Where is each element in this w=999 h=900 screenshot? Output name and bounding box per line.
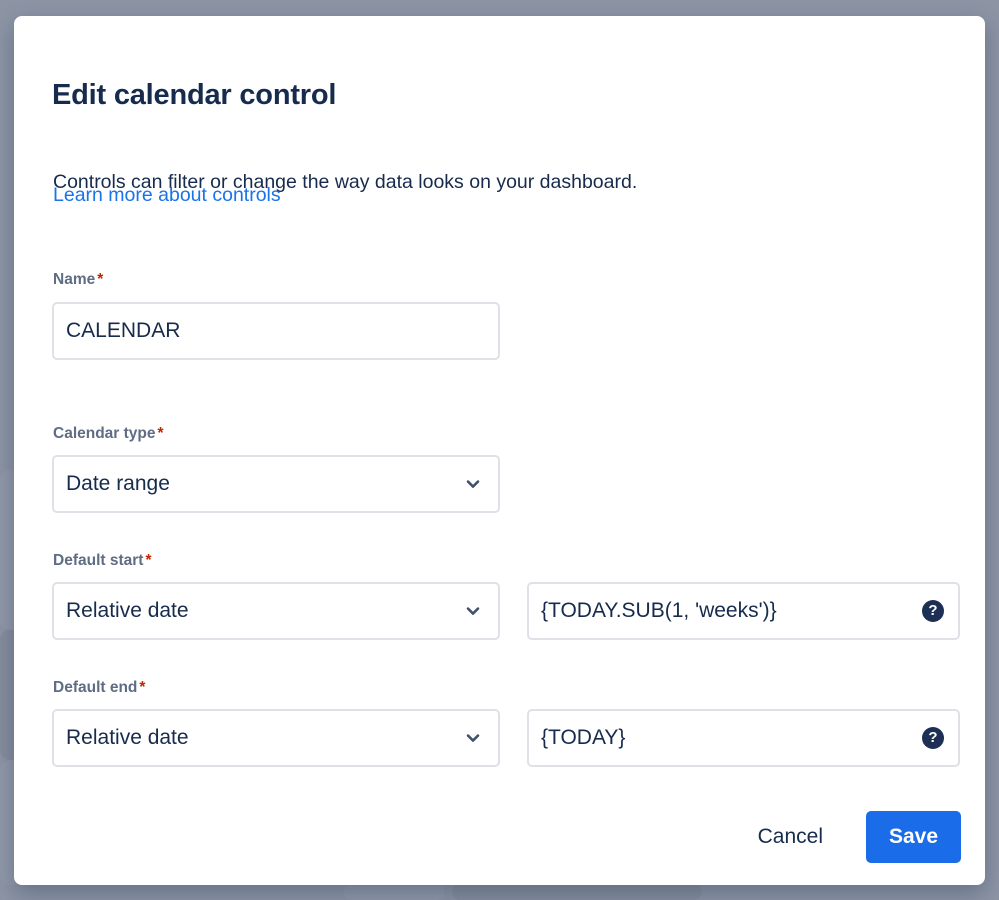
dialog-title: Edit calendar control <box>52 77 336 113</box>
default-end-mode-select[interactable]: Relative date <box>52 709 500 767</box>
default-start-mode-value: Relative date <box>66 599 189 623</box>
background-panel <box>452 884 702 900</box>
default-end-label-text: Default end <box>53 679 137 696</box>
required-asterisk: * <box>97 271 103 288</box>
calendar-type-field-label: Calendar type* <box>53 424 164 444</box>
default-start-label-text: Default start <box>53 552 143 569</box>
name-field-label: Name* <box>53 270 103 290</box>
default-start-mode-select[interactable]: Relative date <box>52 582 500 640</box>
required-asterisk: * <box>158 425 164 442</box>
default-start-expression-input[interactable]: {TODAY.SUB(1, 'weeks')} ? <box>527 582 960 640</box>
cancel-button[interactable]: Cancel <box>748 818 833 856</box>
chevron-down-icon <box>464 602 482 620</box>
calendar-type-value: Date range <box>66 472 170 496</box>
default-end-mode-value: Relative date <box>66 726 189 750</box>
default-end-field-label: Default end* <box>53 678 145 698</box>
required-asterisk: * <box>145 552 151 569</box>
chevron-down-icon <box>464 729 482 747</box>
name-input[interactable]: CALENDAR <box>52 302 500 360</box>
save-button[interactable]: Save <box>866 811 961 863</box>
default-start-field-label: Default start* <box>53 551 151 571</box>
edit-calendar-control-dialog: Edit calendar control Controls can filte… <box>14 16 985 885</box>
help-circle-icon[interactable]: ? <box>922 600 944 622</box>
help-circle-icon[interactable]: ? <box>922 727 944 749</box>
default-end-expression-value: {TODAY} <box>541 726 625 750</box>
name-input-value: CALENDAR <box>66 319 180 343</box>
learn-more-link[interactable]: Learn more about controls <box>53 182 281 209</box>
calendar-type-select[interactable]: Date range <box>52 455 500 513</box>
required-asterisk: * <box>139 679 145 696</box>
default-start-expression-value: {TODAY.SUB(1, 'weeks')} <box>541 599 777 623</box>
background-panel <box>344 884 444 900</box>
name-label-text: Name <box>53 271 95 288</box>
chevron-down-icon <box>464 475 482 493</box>
calendar-type-label-text: Calendar type <box>53 425 156 442</box>
default-end-expression-input[interactable]: {TODAY} ? <box>527 709 960 767</box>
